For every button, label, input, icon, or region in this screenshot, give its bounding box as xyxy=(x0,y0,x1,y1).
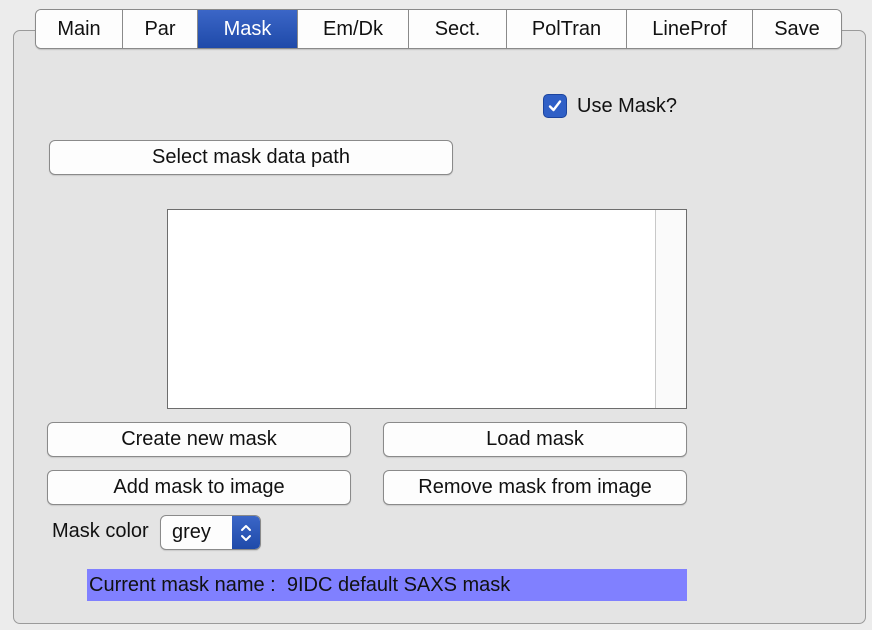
mask-color-value: grey xyxy=(172,521,211,543)
load-mask-button[interactable]: Load mask xyxy=(383,422,687,457)
mask-file-list[interactable] xyxy=(167,209,687,409)
mask-color-label: Mask color xyxy=(52,520,149,542)
select-arrows-icon xyxy=(232,516,260,549)
current-mask-name-status: Current mask name : 9IDC default SAXS ma… xyxy=(87,569,687,601)
remove-mask-from-image-button[interactable]: Remove mask from image xyxy=(383,470,687,505)
tab-em-dk[interactable]: Em/Dk xyxy=(298,10,409,48)
checkmark-icon xyxy=(548,100,562,112)
add-mask-to-image-button[interactable]: Add mask to image xyxy=(47,470,351,505)
tab-sect[interactable]: Sect. xyxy=(409,10,507,48)
tab-par[interactable]: Par xyxy=(123,10,198,48)
create-new-mask-button[interactable]: Create new mask xyxy=(47,422,351,457)
mask-color-select[interactable]: grey xyxy=(160,515,261,550)
tab-save[interactable]: Save xyxy=(753,10,841,48)
tab-main[interactable]: Main xyxy=(36,10,123,48)
tab-poltran[interactable]: PolTran xyxy=(507,10,627,48)
tab-mask[interactable]: Mask xyxy=(198,10,298,48)
select-mask-data-path-button[interactable]: Select mask data path xyxy=(49,140,453,175)
use-mask-checkbox-row[interactable]: Use Mask? xyxy=(543,93,677,119)
tab-lineprof[interactable]: LineProf xyxy=(627,10,753,48)
tab-bar: Main Par Mask Em/Dk Sect. PolTran LinePr… xyxy=(35,9,842,49)
use-mask-checkbox[interactable] xyxy=(543,94,567,118)
list-scrollbar[interactable] xyxy=(655,210,686,408)
use-mask-label: Use Mask? xyxy=(577,94,678,117)
